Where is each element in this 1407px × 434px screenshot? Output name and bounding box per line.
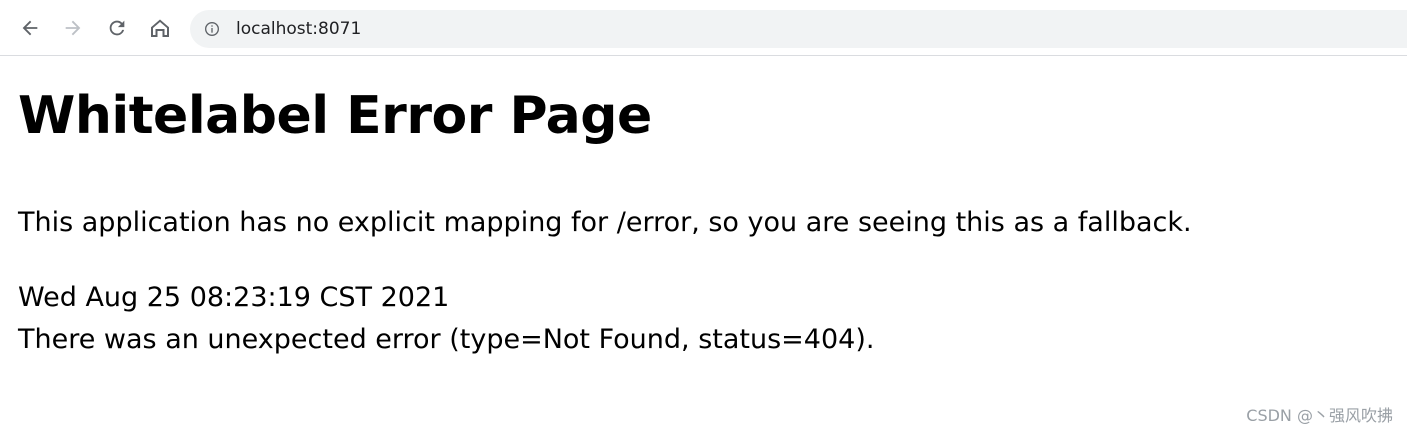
watermark: CSDN @丶强风吹拂 bbox=[1246, 406, 1393, 425]
page-title: Whitelabel Error Page bbox=[18, 86, 652, 146]
arrow-left-icon bbox=[22, 20, 38, 36]
home-icon bbox=[151, 19, 169, 37]
error-details: There was an unexpected error (type=Not … bbox=[18, 324, 875, 355]
arrow-right-icon bbox=[65, 20, 81, 36]
address-bar[interactable]: localhost:8071 bbox=[190, 10, 1407, 48]
back-button[interactable] bbox=[16, 14, 44, 42]
info-icon[interactable] bbox=[204, 21, 220, 37]
home-button[interactable] bbox=[146, 14, 174, 42]
reload-button[interactable] bbox=[103, 14, 131, 42]
forward-button[interactable] bbox=[59, 14, 87, 42]
url-text[interactable]: localhost:8071 bbox=[236, 19, 361, 39]
reload-icon bbox=[109, 20, 125, 36]
error-description: This application has no explicit mapping… bbox=[18, 207, 1192, 238]
error-timestamp: Wed Aug 25 08:23:19 CST 2021 bbox=[18, 282, 450, 313]
browser-toolbar: localhost:8071 bbox=[0, 0, 1407, 56]
